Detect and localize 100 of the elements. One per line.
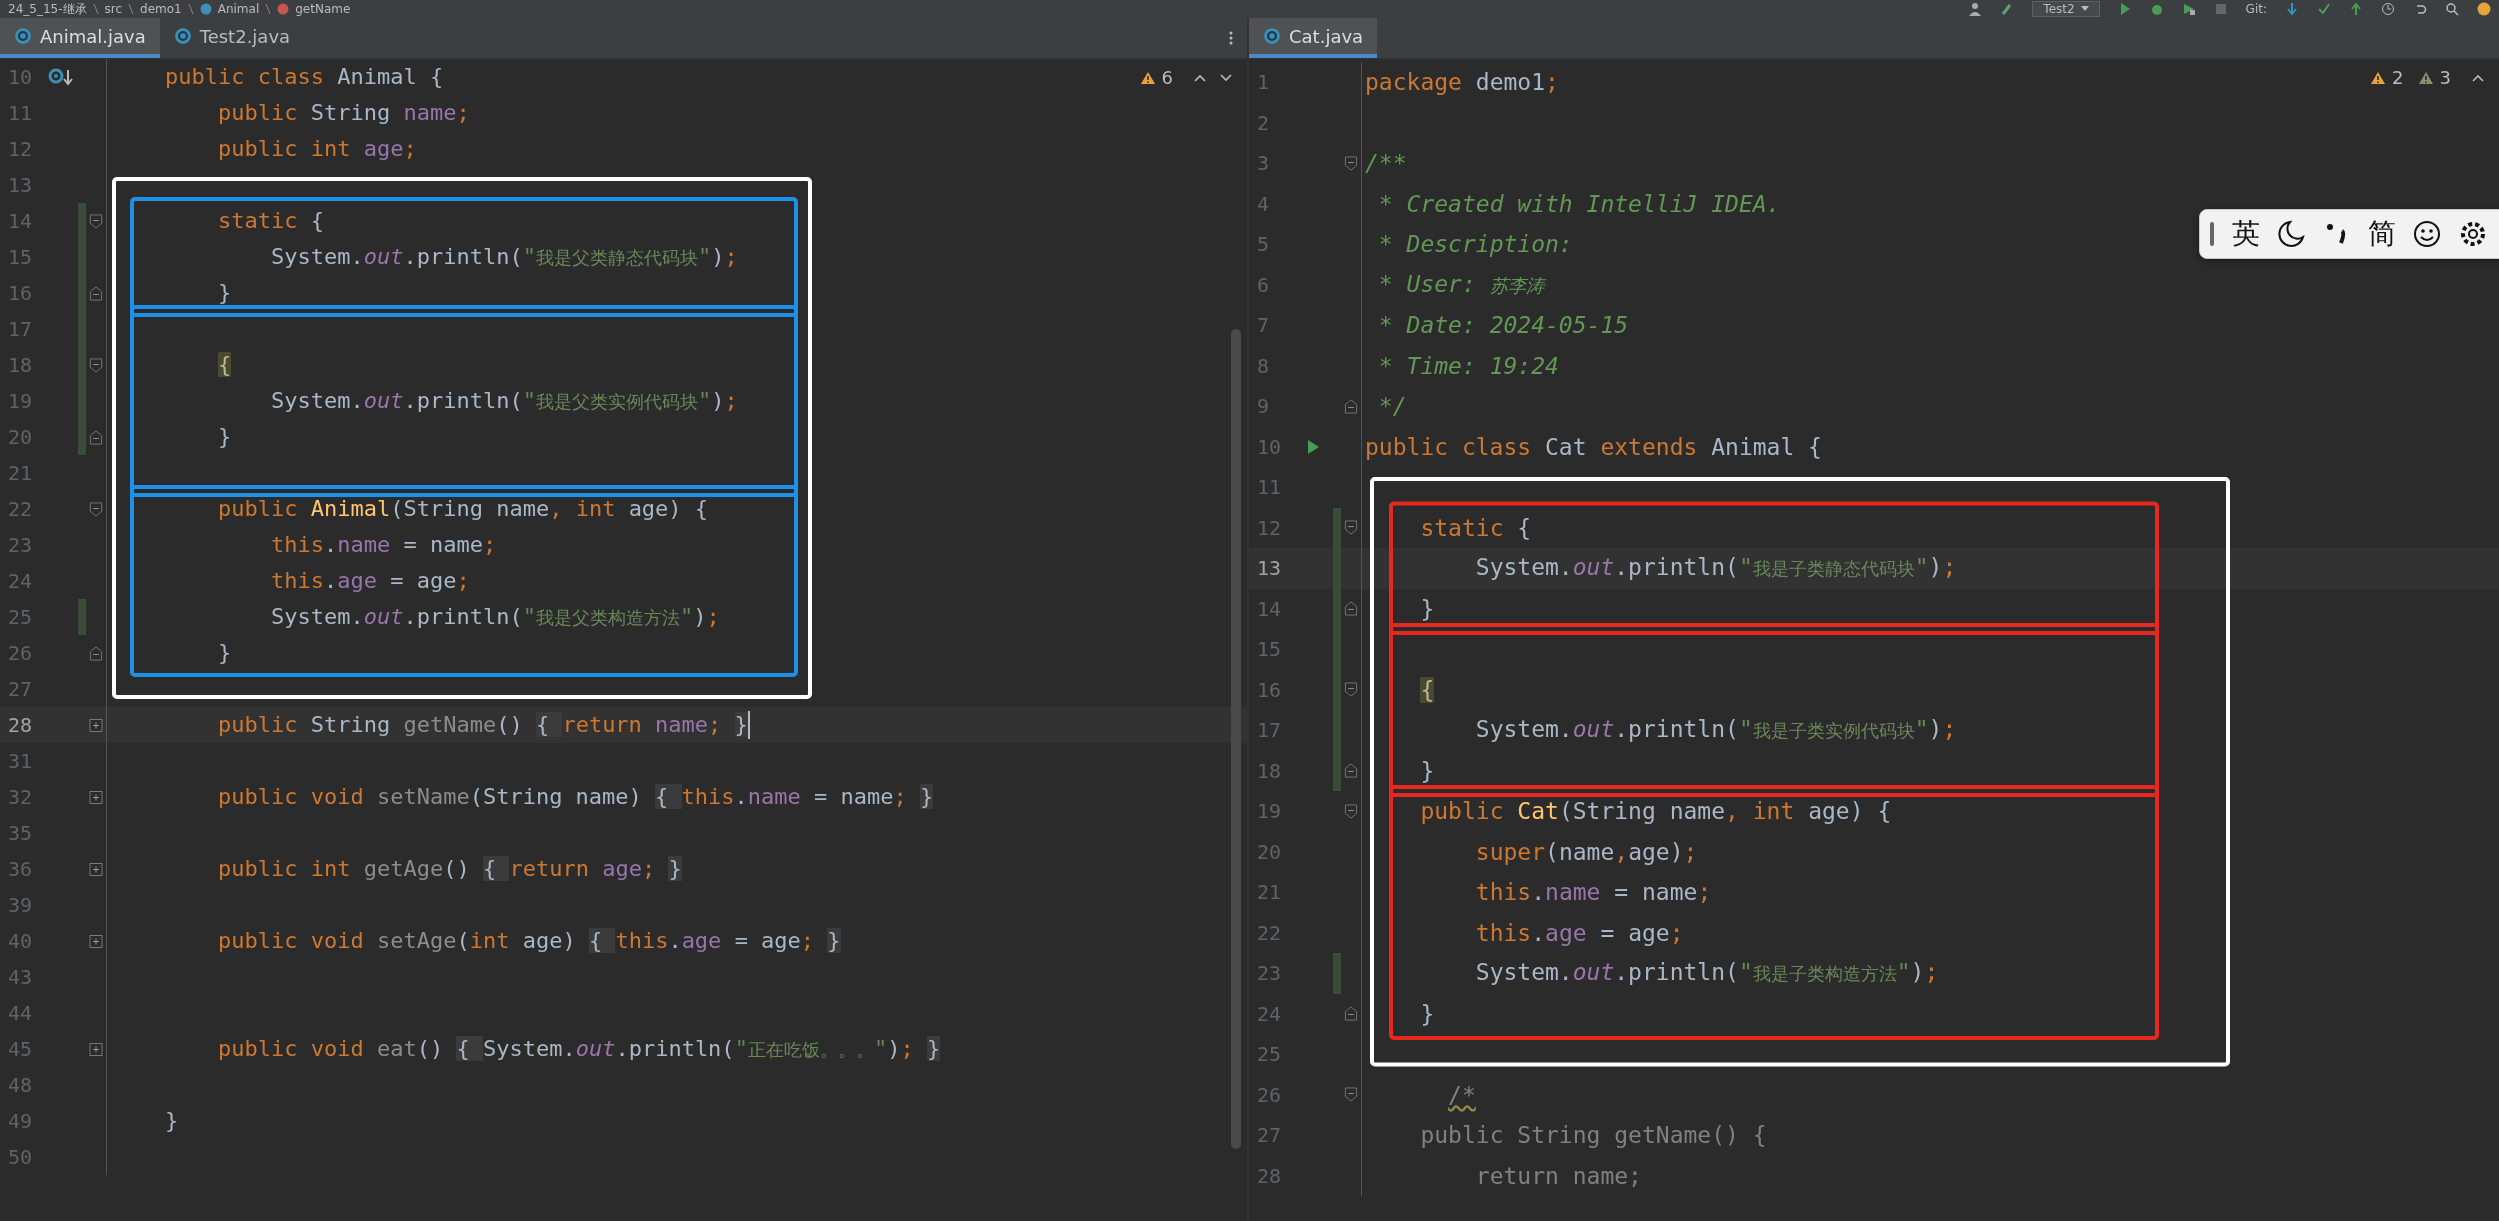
editor-tab[interactable]: Cat.java (1249, 18, 1378, 58)
code-line: public Animal(String name, int age) { (217, 495, 709, 523)
line-number: 3 (1256, 150, 1271, 177)
warning-icon[interactable] (2370, 70, 2387, 85)
search-icon[interactable] (2445, 2, 2459, 16)
expand-icon[interactable] (89, 1041, 103, 1057)
line-number: 22 (1256, 919, 1283, 947)
editor-tab[interactable]: Animal.java (0, 18, 160, 58)
input-mode-toggle[interactable]: 英 (2232, 215, 2260, 253)
chevron-up-icon[interactable] (2471, 72, 2485, 83)
code-line: public void eat() { System.out.println("正在吃饭。。。"); } (217, 1034, 941, 1063)
code-line: System.out.println("我是父类构造方法"); (269, 602, 720, 631)
fold-icon[interactable] (89, 645, 103, 661)
code-line: System.out.println("我是子类静态代码块"); (1474, 553, 1957, 582)
code-line: * Description: (1377, 230, 1573, 259)
code-line: } (1419, 594, 1435, 624)
breadcrumb-item[interactable]: 24_5_15-继承 (8, 0, 87, 18)
line-number: 24 (1256, 1000, 1283, 1028)
fold-icon[interactable] (89, 213, 103, 229)
code-line: public String getName() { (1419, 1121, 1767, 1150)
breadcrumb-item[interactable]: Animal (217, 2, 260, 16)
line-number: 14 (1256, 595, 1283, 623)
warning-count[interactable]: 2 (2392, 67, 2404, 88)
warning-count[interactable]: 6 (1161, 67, 1173, 88)
input-mode-toggle[interactable]: 简 (2368, 215, 2396, 253)
line-number: 25 (7, 604, 34, 631)
settings-icon[interactable] (2458, 219, 2488, 249)
moon-icon[interactable] (2276, 219, 2306, 249)
fold-icon[interactable] (1344, 1087, 1358, 1103)
warning-icon[interactable] (2417, 70, 2434, 85)
fold-icon[interactable] (1344, 803, 1358, 819)
code-line: static { (1419, 513, 1532, 543)
line-number: 17 (1256, 717, 1283, 744)
coverage-icon[interactable] (2181, 2, 2196, 16)
code-line: public int getAge() { return age; } (217, 855, 682, 883)
fold-icon[interactable] (1344, 601, 1358, 617)
editor-tab[interactable]: Test2.java (159, 18, 305, 58)
line-number: 11 (7, 100, 34, 127)
smiley-icon[interactable] (2412, 219, 2442, 249)
chevron-up-icon[interactable] (1193, 72, 1207, 83)
line-number: 25 (1256, 1041, 1283, 1068)
line-number: 1 (1256, 69, 1271, 96)
line-number: 18 (1256, 757, 1283, 785)
fold-icon[interactable] (1344, 1006, 1358, 1022)
line-number: 9 (1256, 393, 1271, 420)
line-number: 50 (7, 1144, 34, 1171)
expand-icon[interactable] (89, 933, 103, 949)
fold-icon[interactable] (1344, 155, 1358, 171)
fold-icon[interactable] (1344, 520, 1358, 536)
run-configuration-dropdown[interactable]: Test2 (2032, 1, 2100, 17)
override-icon[interactable] (48, 68, 74, 86)
line-number: 20 (7, 424, 34, 451)
caret-icon (2080, 6, 2089, 12)
fold-icon[interactable] (1344, 763, 1358, 779)
line-number: 18 (7, 352, 34, 379)
warning-icon[interactable] (1139, 70, 1156, 85)
code-line: return name; (1474, 1161, 1642, 1191)
user-icon[interactable] (1968, 2, 1983, 16)
code-line: public Cat(String name, int age) { (1419, 797, 1892, 826)
more-icon[interactable] (1229, 30, 1233, 46)
down-arrow-icon[interactable] (2285, 2, 2299, 16)
fold-icon[interactable] (89, 501, 103, 517)
run-icon[interactable] (1305, 438, 1321, 455)
code-line: * Created with IntelliJ IDEA. (1377, 189, 1781, 219)
checkmark-icon[interactable] (2317, 2, 2331, 16)
chevron-down-icon[interactable] (1219, 72, 1233, 83)
code-line: public class Animal { (165, 63, 444, 91)
line-number: 40 (7, 928, 34, 955)
line-number: 44 (7, 1000, 34, 1027)
code-line: System.out.println("我是父类实例代码块"); (269, 386, 738, 415)
breadcrumb-item[interactable]: getName (295, 2, 351, 16)
scrollbar-thumb[interactable] (1231, 329, 1241, 1149)
expand-icon[interactable] (89, 717, 103, 733)
line-number: 8 (1256, 352, 1271, 380)
grip-icon[interactable] (2208, 220, 2216, 248)
code-line: super(name,age); (1474, 837, 1698, 867)
class-icon (1263, 27, 1281, 45)
line-number: 28 (1256, 1162, 1283, 1190)
fold-icon[interactable] (1344, 398, 1358, 414)
fold-icon[interactable] (1344, 682, 1358, 698)
up-arrow-icon[interactable] (2349, 2, 2363, 16)
line-number: 26 (7, 640, 34, 667)
fold-icon[interactable] (89, 285, 103, 301)
fold-icon[interactable] (89, 357, 103, 373)
code-line: */ (1377, 392, 1407, 421)
line-number: 6 (1256, 271, 1271, 299)
clock-icon[interactable] (2381, 2, 2395, 16)
line-number: 27 (7, 676, 34, 703)
fold-icon[interactable] (89, 429, 103, 445)
warning-count[interactable]: 3 (2439, 67, 2451, 88)
line-number: 5 (1256, 231, 1271, 258)
expand-icon[interactable] (89, 861, 103, 877)
line-number: 49 (7, 1108, 34, 1135)
code-line: static { (217, 207, 324, 235)
expand-icon[interactable] (89, 789, 103, 805)
breadcrumb-item[interactable]: demo1 (140, 2, 182, 16)
code-line: } (165, 1107, 179, 1135)
code-line: System.out.println("我是父类静态代码块"); (269, 242, 738, 271)
line-number: 2 (1256, 109, 1271, 137)
breadcrumb-item[interactable]: src (104, 2, 123, 16)
